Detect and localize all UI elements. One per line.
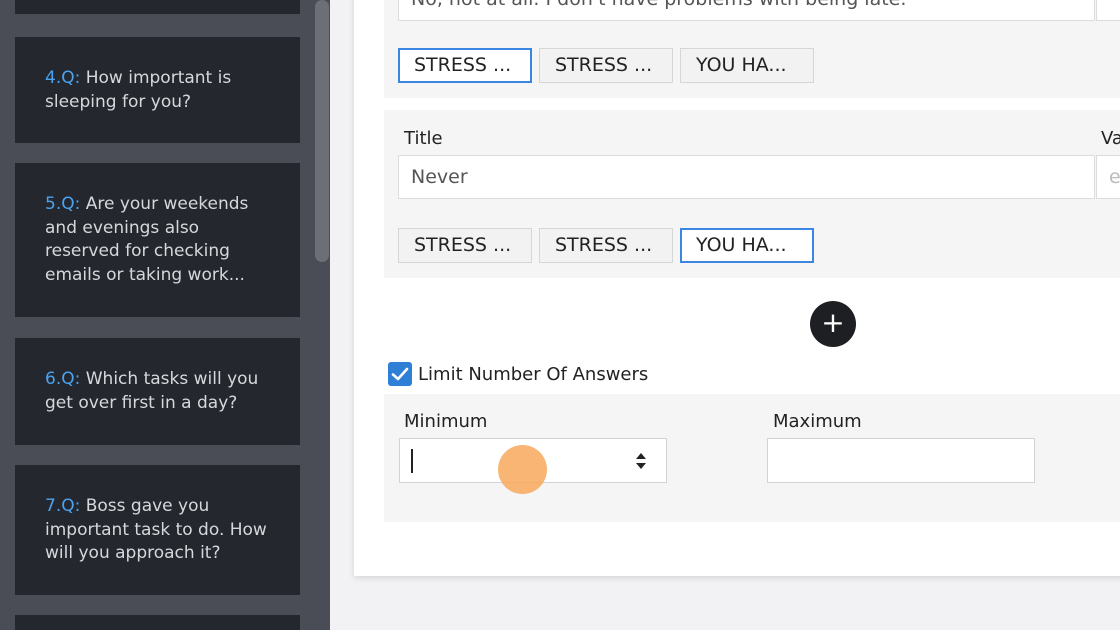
stepper-arrows-icon <box>636 453 646 469</box>
tag-button[interactable]: STRESS ... <box>539 48 673 83</box>
question-card-4[interactable]: 4.Q: How important is sleeping for you? <box>15 37 300 143</box>
answer-tags-1: STRESS ... STRESS ... YOU HA... <box>398 48 828 84</box>
question-number: 7.Q: <box>45 496 81 516</box>
text-caret <box>411 449 413 473</box>
plus-icon: + <box>821 306 845 339</box>
sidebar-scrollbar-thumb[interactable] <box>315 0 329 262</box>
tag-button[interactable]: STRESS ... <box>398 48 532 83</box>
question-card-7[interactable]: 7.Q: Boss gave you important task to do.… <box>15 465 300 595</box>
answer-tags-2: STRESS ... STRESS ... YOU HA... <box>398 228 828 264</box>
answer-title-input[interactable]: No, not at all. I don't have problems wi… <box>398 0 1095 21</box>
tag-button[interactable]: YOU HA... <box>680 48 814 83</box>
question-line: reserved for checking <box>45 241 230 261</box>
question-line: important task to do. How <box>45 519 267 540</box>
question-number: 5.Q: <box>45 194 81 214</box>
tag-button[interactable]: YOU HA... <box>680 228 814 263</box>
title-label: Title <box>404 128 443 149</box>
question-line: will you approach it? <box>45 543 221 563</box>
add-answer-button[interactable]: + <box>810 301 856 347</box>
answer-value-input[interactable]: e <box>1096 155 1120 199</box>
value-label: Va <box>1101 128 1120 149</box>
maximum-input[interactable] <box>767 438 1035 483</box>
question-line: and evenings also <box>45 217 200 238</box>
question-number: 4.Q: <box>45 68 81 88</box>
question-line: 7.Q: Boss gave you <box>45 496 210 516</box>
question-number: 6.Q: <box>45 369 81 389</box>
question-line: 4.Q: How important is <box>45 68 232 88</box>
answer-title-input[interactable]: Never <box>398 155 1095 199</box>
question-sidebar: 4.Q: How important is sleeping for you? … <box>0 0 330 630</box>
checkmark-icon <box>391 367 409 381</box>
limit-answers-checkbox[interactable] <box>388 362 412 386</box>
question-line: emails or taking work... <box>45 264 245 285</box>
minimum-label: Minimum <box>404 411 488 432</box>
limit-answers-label: Limit Number Of Answers <box>418 364 649 385</box>
question-line: sleeping for you? <box>45 91 192 112</box>
maximum-label: Maximum <box>773 411 862 432</box>
question-card-next[interactable] <box>15 615 300 630</box>
question-card-6[interactable]: 6.Q: Which tasks will you get over first… <box>15 338 300 445</box>
question-card-5[interactable]: 5.Q: Are your weekends and evenings also… <box>15 163 300 317</box>
tag-button[interactable]: STRESS ... <box>539 228 673 263</box>
question-line: get over first in a day? <box>45 392 238 413</box>
touch-indicator <box>498 445 547 494</box>
question-card-prev[interactable] <box>15 0 300 14</box>
tag-button[interactable]: STRESS ... <box>398 228 532 263</box>
answer-value-input[interactable] <box>1096 0 1120 21</box>
question-line: 6.Q: Which tasks will you <box>45 369 259 389</box>
question-line: 5.Q: Are your weekends <box>45 194 249 214</box>
number-stepper[interactable] <box>632 449 650 473</box>
